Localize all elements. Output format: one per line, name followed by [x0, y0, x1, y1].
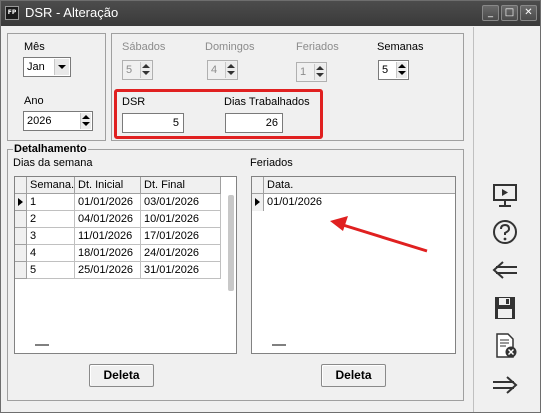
spin-down-icon — [227, 71, 235, 75]
table-cell[interactable]: 10/01/2026 — [141, 211, 221, 228]
spin-down-icon[interactable] — [398, 71, 406, 75]
chevron-down-icon[interactable] — [54, 59, 69, 75]
feriados-label: Feriados — [296, 41, 339, 53]
mes-value: Jan — [27, 61, 45, 73]
table-cell[interactable]: 25/01/2026 — [75, 262, 141, 279]
dsr-label: DSR — [122, 96, 146, 108]
dias-trabalhados-label: Dias Trabalhados — [224, 96, 310, 108]
delete-holidays-button[interactable]: Deleta — [321, 364, 386, 387]
table-cell[interactable]: 03/01/2026 — [141, 194, 221, 211]
row-indicator-current — [15, 194, 27, 211]
dsr-window: FP DSR - Alteração _ □ ✕ Mês Jan Ano 202… — [0, 0, 541, 413]
row-indicator-current — [252, 194, 264, 211]
col-header-dt-final[interactable]: Dt. Final — [141, 177, 221, 194]
table-cell[interactable]: 4 — [27, 245, 75, 262]
sabados-label: Sábados — [122, 41, 166, 53]
semanas-value: 5 — [382, 64, 389, 76]
sidebar-divider — [473, 27, 474, 412]
col-header-data[interactable]: Data. — [264, 177, 455, 194]
table-cell[interactable]: 5 — [27, 262, 75, 279]
sabados-value: 5 — [126, 64, 133, 76]
col-header-dt-inicial[interactable]: Dt. Inicial — [75, 177, 141, 194]
domingos-label: Domingos — [205, 41, 255, 53]
table-cell[interactable]: 01/01/2026 — [264, 194, 455, 211]
spin-up-icon[interactable] — [398, 64, 406, 68]
help-icon[interactable] — [487, 217, 523, 247]
minimize-button[interactable]: _ — [482, 5, 499, 21]
feriados-spinner: 1 — [296, 62, 327, 82]
sabados-spinner: 5 — [122, 60, 153, 80]
app-icon: FP — [5, 6, 19, 20]
title-bar: FP DSR - Alteração _ □ ✕ — [1, 1, 540, 26]
col-header-semana[interactable]: Semana. — [27, 177, 75, 194]
row-indicator — [15, 262, 27, 279]
grid-corner — [15, 177, 27, 194]
feriados-section-label: Feriados — [250, 157, 293, 169]
table-cell[interactable]: 1 — [27, 194, 75, 211]
mes-label: Mês — [24, 41, 45, 53]
table-cell[interactable]: 11/01/2026 — [75, 228, 141, 245]
vertical-scrollbar[interactable] — [228, 195, 234, 291]
domingos-value: 4 — [211, 64, 218, 76]
cancel-document-icon[interactable] — [487, 331, 523, 361]
table-cell[interactable]: 31/01/2026 — [141, 262, 221, 279]
semanas-spinner[interactable]: 5 — [378, 60, 409, 80]
horizontal-scroll-indicator[interactable] — [272, 344, 286, 346]
forward-arrow-icon[interactable] — [487, 370, 523, 400]
domingos-spinner: 4 — [207, 60, 238, 80]
weeks-grid[interactable]: Semana. Dt. Inicial Dt. Final 1 01/01/20… — [14, 176, 237, 354]
dias-semana-label: Dias da semana — [13, 157, 93, 169]
ano-value: 2026 — [27, 115, 52, 127]
table-cell[interactable]: 24/01/2026 — [141, 245, 221, 262]
monitor-icon[interactable] — [487, 181, 523, 211]
dias-trabalhados-field[interactable]: 26 — [225, 113, 283, 133]
spin-up-icon — [316, 66, 324, 70]
row-indicator — [15, 211, 27, 228]
semanas-label: Semanas — [377, 41, 424, 53]
table-cell[interactable]: 2 — [27, 211, 75, 228]
back-arrow-icon[interactable] — [487, 255, 523, 285]
holidays-grid[interactable]: Data. 01/01/2026 — [251, 176, 456, 354]
ano-label: Ano — [24, 95, 44, 107]
row-indicator — [15, 245, 27, 262]
window-title: DSR - Alteração — [25, 5, 119, 20]
dsr-field[interactable]: 5 — [122, 113, 184, 133]
detalhamento-title: Detalhamento — [13, 143, 88, 155]
semanas-spin-buttons[interactable] — [396, 62, 407, 78]
table-cell[interactable]: 3 — [27, 228, 75, 245]
spin-up-icon — [227, 64, 235, 68]
grid-corner — [252, 177, 264, 194]
save-icon[interactable] — [487, 294, 523, 324]
row-indicator — [15, 228, 27, 245]
ano-spinner[interactable]: 2026 — [23, 111, 93, 131]
spin-up-icon — [142, 64, 150, 68]
ano-spin-buttons[interactable] — [80, 113, 91, 129]
mes-combo[interactable]: Jan — [23, 57, 71, 77]
table-cell[interactable]: 18/01/2026 — [75, 245, 141, 262]
horizontal-scroll-indicator[interactable] — [35, 344, 49, 346]
maximize-button[interactable]: □ — [501, 5, 518, 21]
spin-down-icon — [142, 71, 150, 75]
table-cell[interactable]: 04/01/2026 — [75, 211, 141, 228]
delete-weeks-button[interactable]: Deleta — [89, 364, 154, 387]
spin-up-icon[interactable] — [82, 115, 90, 119]
table-cell[interactable]: 17/01/2026 — [141, 228, 221, 245]
spin-down-icon[interactable] — [82, 122, 90, 126]
feriados-value: 1 — [300, 66, 307, 78]
close-button[interactable]: ✕ — [520, 5, 537, 21]
table-cell[interactable]: 01/01/2026 — [75, 194, 141, 211]
spin-down-icon — [316, 73, 324, 77]
